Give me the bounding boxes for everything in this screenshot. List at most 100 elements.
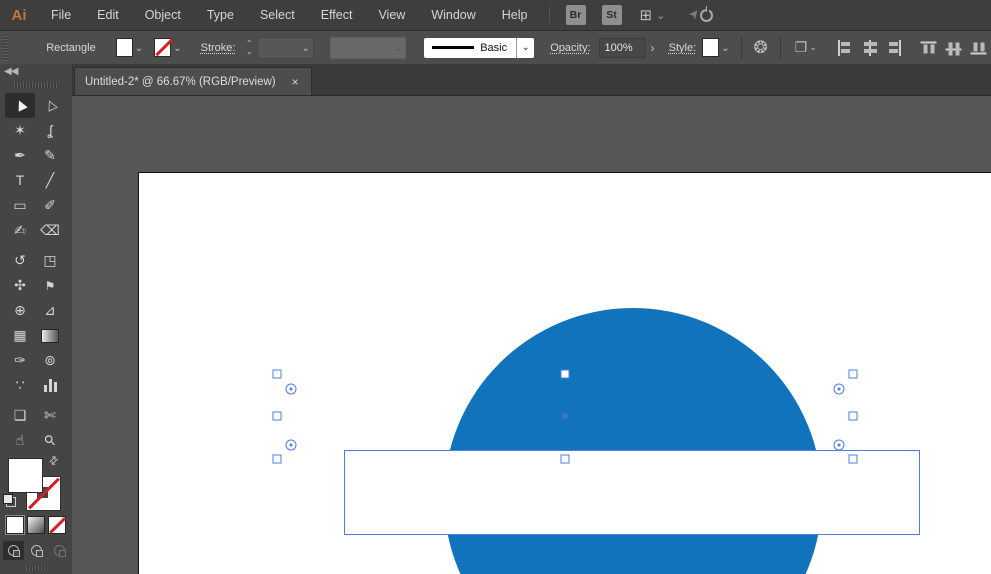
chevron-down-icon: ⌄ <box>392 42 405 54</box>
column-graph-tool[interactable] <box>35 373 65 398</box>
magic-wand-tool[interactable]: ✶ <box>5 118 35 143</box>
canvas-pasteboard[interactable] <box>72 96 991 574</box>
selected-rectangle-shape[interactable] <box>344 450 920 535</box>
collapse-panel-icon[interactable]: ◀◀ <box>4 66 17 77</box>
menu-file[interactable]: File <box>38 1 84 30</box>
selection-handle-top-right[interactable] <box>849 370 858 379</box>
fill-indicator-swatch[interactable] <box>8 458 43 493</box>
panel-bottom-grip[interactable] <box>26 566 46 571</box>
opacity-label[interactable]: Opacity: <box>550 42 590 54</box>
default-fill-stroke-icon[interactable] <box>3 494 16 507</box>
illustrator-window: Ai File Edit Object Type Select Effect V… <box>0 0 991 574</box>
rotate-tool[interactable]: ↺ <box>5 248 35 273</box>
width-profile-value: Basic <box>480 42 507 54</box>
panel-drag-grip[interactable] <box>14 82 58 88</box>
corner-radius-widget-bottom-right[interactable] <box>834 440 845 451</box>
style-label[interactable]: Style: <box>669 42 697 54</box>
color-button[interactable] <box>6 516 24 534</box>
align-vertical-bottom-icon[interactable] <box>970 40 986 55</box>
align-vertical-center-icon[interactable] <box>945 40 961 55</box>
artboard-tool[interactable]: ❏ <box>5 403 35 428</box>
opacity-input[interactable]: 100% <box>599 38 647 58</box>
corner-radius-widget-top-left[interactable] <box>286 384 297 395</box>
stroke-weight-stepper[interactable]: ⌃ ⌄ <box>243 38 255 58</box>
menu-view[interactable]: View <box>365 1 418 30</box>
line-segment-tool[interactable]: ╱ <box>35 168 65 193</box>
stroke-weight-dropdown[interactable]: ⌄ <box>257 37 314 59</box>
selection-handle-bottom-center[interactable] <box>561 455 570 464</box>
opacity-chevron-icon[interactable]: › <box>646 38 658 58</box>
puppet-warp-tool[interactable]: ⚑ <box>35 273 65 298</box>
selection-handle-bottom-left[interactable] <box>273 455 282 464</box>
width-profile-field[interactable]: Basic <box>424 38 516 58</box>
direct-selection-tool[interactable]: ▷ <box>35 93 65 118</box>
recolor-artwork-icon[interactable]: ❂ <box>753 38 767 58</box>
stroke-chevron-icon[interactable]: ⌄ <box>171 42 184 54</box>
draw-inside-button[interactable] <box>49 541 70 560</box>
close-icon[interactable]: × <box>290 75 301 89</box>
width-profile-chevron[interactable]: ⌄ <box>516 38 534 58</box>
menu-effect[interactable]: Effect <box>308 1 366 30</box>
selection-handle-bottom-right[interactable] <box>849 455 858 464</box>
slice-tool[interactable]: ✄ <box>35 403 65 428</box>
selection-handle-top-left[interactable] <box>273 370 282 379</box>
width-tool[interactable]: ✣ <box>5 273 35 298</box>
document-tab[interactable]: Untitled-2* @ 66.67% (RGB/Preview) × <box>74 67 312 95</box>
selection-tool[interactable]: ▶ <box>5 93 35 118</box>
shaper-tool[interactable]: ✍ <box>5 218 35 243</box>
menu-select[interactable]: Select <box>247 1 308 30</box>
pen-tool[interactable]: ✒ <box>5 143 35 168</box>
draw-behind-button[interactable] <box>26 541 47 560</box>
menu-edit[interactable]: Edit <box>84 1 132 30</box>
symbol-sprayer-tool[interactable]: ∵ <box>5 373 35 398</box>
zoom-tool[interactable]: ⚲ <box>35 428 65 453</box>
align-horizontal-center-icon[interactable] <box>862 40 877 56</box>
scale-tool[interactable]: ◳ <box>35 248 65 273</box>
swap-fill-stroke-icon[interactable]: ⇄ <box>46 453 62 469</box>
menu-object[interactable]: Object <box>132 1 194 30</box>
variable-width-profile-dropdown[interactable]: Basic ⌄ <box>424 38 534 58</box>
corner-radius-widget-top-right[interactable] <box>834 384 845 395</box>
align-vertical-top-icon[interactable] <box>920 40 936 55</box>
fill-chevron-icon[interactable]: ⌄ <box>133 42 146 54</box>
menu-type[interactable]: Type <box>194 1 247 30</box>
shape-builder-tool[interactable]: ⊕ <box>5 298 35 323</box>
type-tool[interactable]: T <box>5 168 35 193</box>
stock-button[interactable]: St <box>602 5 622 25</box>
rectangle-tool[interactable]: ▭ <box>5 193 35 218</box>
gpu-performance-icon[interactable]: ➤ <box>689 4 715 26</box>
selection-handle-middle-left[interactable] <box>273 412 282 421</box>
menu-help[interactable]: Help <box>489 1 541 30</box>
blend-tool[interactable]: ⊚ <box>35 348 65 373</box>
menu-window[interactable]: Window <box>418 1 488 30</box>
align-horizontal-left-icon[interactable] <box>837 40 852 56</box>
paintbrush-tool[interactable]: ✐ <box>35 193 65 218</box>
selection-handle-middle-right[interactable] <box>849 412 858 421</box>
isolate-selection-button[interactable]: ❐ ⌄ <box>795 39 817 56</box>
lasso-tool[interactable]: ʆ <box>35 118 65 143</box>
curvature-tool[interactable]: ✎ <box>35 143 65 168</box>
graphic-style-swatch[interactable] <box>702 38 719 57</box>
bridge-button[interactable]: Br <box>566 5 586 25</box>
gradient-button[interactable] <box>27 516 45 534</box>
draw-normal-button[interactable] <box>3 541 24 560</box>
selection-center-point[interactable] <box>562 413 568 419</box>
style-chevron-icon[interactable]: ⌄ <box>719 42 732 54</box>
selection-handle-top-center[interactable] <box>561 370 570 379</box>
fill-color-swatch[interactable] <box>116 38 133 57</box>
hand-tool[interactable]: ☝ <box>5 428 35 453</box>
stepper-down-icon[interactable]: ⌄ <box>246 48 253 56</box>
control-bar-grip[interactable] <box>2 35 8 61</box>
none-button[interactable] <box>48 516 66 534</box>
eyedropper-tool[interactable]: ✑ <box>5 348 35 373</box>
perspective-grid-tool[interactable]: ⊿ <box>35 298 65 323</box>
mesh-tool[interactable]: ▦ <box>5 323 35 348</box>
workspace-switcher-button[interactable]: ⊞ ⌄ <box>640 6 666 24</box>
stroke-color-swatch[interactable] <box>154 38 171 57</box>
stroke-weight-label[interactable]: Stroke: <box>201 42 236 54</box>
align-horizontal-right-icon[interactable] <box>887 40 902 56</box>
corner-radius-widget-bottom-left[interactable] <box>286 440 297 451</box>
gradient-tool[interactable] <box>35 323 65 348</box>
eraser-tool[interactable]: ⌫ <box>35 218 65 243</box>
stroke-profile-line <box>432 46 474 49</box>
